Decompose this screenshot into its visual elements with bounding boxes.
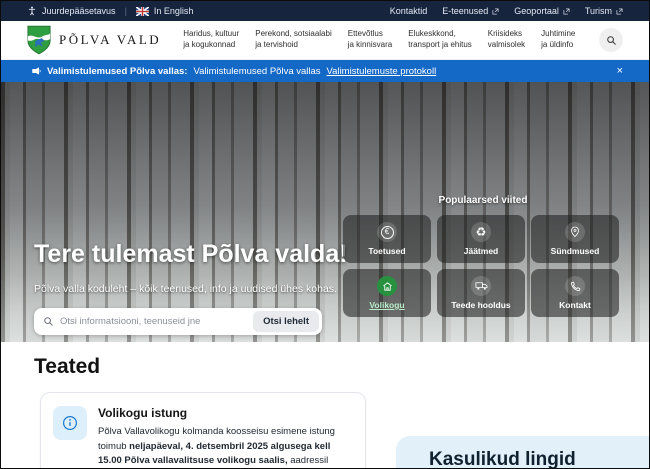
uk-flag-icon: [136, 7, 149, 16]
tile-sundmused[interactable]: Sündmused: [531, 215, 619, 263]
external-link-icon: [492, 8, 499, 15]
quick-link-tiles: € Toetused ♻ Jäätmed Sündmused Volikogu: [343, 215, 619, 317]
notice-body: Põlva Vallavolikogu kolmanda koosseisu e…: [98, 425, 353, 469]
banner-title: Valimistulemused Põlva vallas:: [47, 66, 187, 77]
external-link-icon: [616, 8, 623, 15]
accessibility-link[interactable]: Juurdepääsetavus: [27, 6, 116, 16]
nav-item-kriisideks[interactable]: Kriisideks valmisolek: [488, 29, 525, 51]
banner-close-button[interactable]: ×: [617, 66, 623, 77]
nav-item-juhtimine[interactable]: Juhtimine ja üldinfo: [541, 29, 575, 51]
banner-link[interactable]: Valimistulemuste protokoll: [327, 66, 437, 77]
brand-name: PÕLVA VALD: [59, 32, 161, 48]
header-search-button[interactable]: [599, 28, 623, 52]
phone-icon: [565, 276, 585, 296]
map-pin-icon: [565, 222, 585, 242]
notice-content: Volikogu istung Põlva Vallavolikogu kolm…: [98, 406, 353, 469]
hero-section: Tere tulemast Põlva valda! Põlva valla k…: [1, 82, 649, 342]
hero-title: Tere tulemast Põlva valda!: [34, 240, 348, 269]
site-logo[interactable]: PÕLVA VALD: [27, 25, 161, 55]
notice-title: Volikogu istung: [98, 406, 353, 420]
megaphone-icon: [31, 66, 41, 76]
info-icon: [53, 406, 87, 440]
nav-item-elukeskkond[interactable]: Elukeskkond, transport ja ehitus: [408, 29, 472, 51]
external-link-icon: [563, 8, 570, 15]
hero-search-submit-button[interactable]: Otsi lehelt: [253, 311, 319, 332]
nav-item-haridus[interactable]: Haridus, kultuur ja kogukonnad: [183, 29, 239, 51]
hero-search-bar: Otsi lehelt: [34, 308, 322, 335]
main-nav: Haridus, kultuur ja kogukonnad Perekond,…: [183, 29, 575, 51]
home-icon: [377, 276, 397, 296]
search-icon: [606, 35, 617, 46]
tile-jaatmed[interactable]: ♻ Jäätmed: [437, 215, 525, 263]
accessibility-label: Juurdepääsetavus: [42, 6, 116, 16]
site-header: PÕLVA VALD Haridus, kultuur ja kogukonna…: [1, 21, 649, 60]
tile-volikogu[interactable]: Volikogu: [343, 269, 431, 317]
browser-viewport: Juurdepääsetavus | In English Kontaktid …: [0, 0, 650, 469]
section-title-teated: Teated: [34, 355, 100, 379]
topbar-links: Kontaktid E-teenused Geoportaal Turism: [390, 6, 623, 16]
topbar-divider: |: [125, 6, 127, 16]
search-icon: [43, 316, 54, 327]
close-icon: ×: [617, 65, 623, 77]
language-label: In English: [154, 6, 194, 16]
language-switch[interactable]: In English: [136, 6, 194, 16]
hero-subtitle: Põlva valla koduleht – kõik teenused, in…: [34, 283, 337, 295]
truck-icon: [471, 276, 491, 296]
useful-links-title: Kasulikud lingid: [396, 436, 650, 469]
page-content: Teated Volikogu istung Põlva Vallavoliko…: [1, 342, 649, 469]
topbar-link-turism[interactable]: Turism: [585, 6, 623, 16]
hero-search-input[interactable]: [54, 316, 250, 327]
banner-text: Valimistulemused Põlva vallas: [193, 66, 320, 77]
nav-item-ettevotlus[interactable]: Ettevõtlus ja kinnisvara: [348, 29, 392, 51]
notice-card[interactable]: Volikogu istung Põlva Vallavolikogu kolm…: [40, 392, 366, 469]
topbar-link-geoportaal[interactable]: Geoportaal: [514, 6, 570, 16]
popular-links-title: Populaarsed viited: [343, 195, 623, 206]
top-utility-bar: Juurdepääsetavus | In English Kontaktid …: [1, 1, 649, 21]
tile-teede-hooldus[interactable]: Teede hooldus: [437, 269, 525, 317]
coat-of-arms-icon: [27, 25, 51, 55]
tile-toetused[interactable]: € Toetused: [343, 215, 431, 263]
useful-links-panel: Kasulikud lingid: [396, 436, 650, 469]
announcement-banner: Valimistulemused Põlva vallas: Valimistu…: [1, 60, 649, 82]
tile-kontakt[interactable]: Kontakt: [531, 269, 619, 317]
topbar-link-kontaktid[interactable]: Kontaktid: [390, 6, 428, 16]
nav-item-perekond[interactable]: Perekond, sotsiaalabi ja tervishoid: [255, 29, 332, 51]
euro-coin-icon: €: [377, 222, 397, 242]
accessibility-icon: [27, 6, 37, 16]
recycle-icon: ♻: [471, 222, 491, 242]
topbar-link-eteenused[interactable]: E-teenused: [442, 6, 499, 16]
